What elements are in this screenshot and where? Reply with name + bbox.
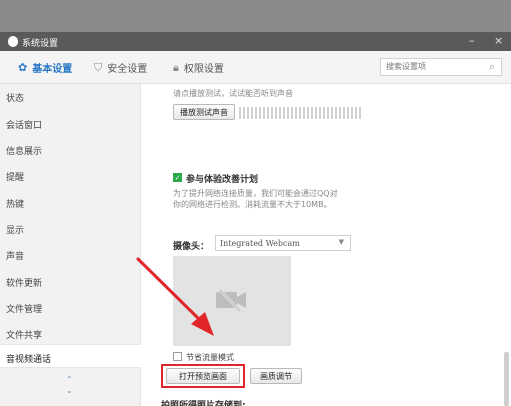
sound-test-hint: 请点播放测试，试试能否听到声音 — [173, 89, 293, 98]
sidebar-item-status[interactable]: 状态 — [6, 91, 24, 104]
tab-permission-settings[interactable]: 🔒︎ 权限设置 — [173, 60, 224, 76]
camera-label: 摄像头： — [173, 242, 210, 252]
save-photo-label: 拍照所得照片存储到: — [161, 401, 246, 406]
plan-description-line-2: 你的网络进行检测。消耗流量不大于10MB。 — [173, 200, 332, 209]
volume-meter — [239, 107, 363, 119]
camera-off-icon — [216, 288, 246, 313]
shield-icon: ⛉ — [94, 60, 103, 74]
highlight-box — [161, 364, 245, 388]
lowlight-label: 节省流量模式 — [186, 353, 234, 362]
camera-preview — [173, 256, 291, 346]
minimize-button[interactable]: – — [469, 34, 475, 47]
chevron-down-icon: ▼ — [338, 238, 344, 246]
gear-icon: ✿ — [18, 61, 28, 74]
plan-label: 参与体验改善计划 — [186, 175, 259, 185]
lock-icon: 🔒︎ — [173, 60, 179, 74]
camera-select[interactable]: Integrated Webcam ▼ — [215, 235, 351, 251]
close-button[interactable]: × — [494, 34, 503, 47]
sidebar-item-reminder[interactable]: 提醒 — [6, 170, 24, 183]
settings-window: 系统设置 – × ✿ 基本设置 ⛉ 安全设置 🔒︎ 权限设置 ⌕ 状态 会话窗口… — [0, 32, 511, 406]
plan-description-line-1: 为了提升网络连接质量，我们可能会通过QQ对 — [173, 189, 338, 198]
plan-checkbox[interactable]: ✓ — [173, 173, 182, 182]
sidebar-scroll-up-icon[interactable]: ⌃ — [66, 375, 73, 384]
app-logo-icon — [8, 36, 18, 47]
sidebar-item-file-management[interactable]: 文件管理 — [6, 302, 42, 315]
tab-label: 安全设置 — [107, 64, 148, 75]
sidebar-item-av-call[interactable]: 音视频通话 — [6, 352, 51, 365]
sidebar-item-software-update[interactable]: 软件更新 — [6, 276, 42, 289]
tab-basic-settings[interactable]: ✿ 基本设置 — [18, 60, 72, 75]
play-test-sound-button[interactable]: 播放测试声音 — [173, 104, 235, 120]
camera-select-value: Integrated Webcam — [220, 239, 300, 248]
tab-label: 基本设置 — [32, 64, 73, 75]
title-bar: 系统设置 – × — [0, 32, 511, 51]
sidebar-item-hotkeys[interactable]: 热键 — [6, 197, 24, 210]
window-title: 系统设置 — [22, 39, 59, 49]
settings-content: 请点播放测试，试试能否听到声音 播放测试声音 ✓ 参与体验改善计划 为了提升网络… — [141, 84, 511, 406]
content-scrollbar[interactable] — [504, 352, 509, 406]
sidebar-item-chat-window[interactable]: 会话窗口 — [6, 118, 42, 131]
tab-label: 权限设置 — [183, 64, 224, 75]
sidebar-item-info-display[interactable]: 信息展示 — [6, 144, 42, 157]
tab-bar: ✿ 基本设置 ⛉ 安全设置 🔒︎ 权限设置 ⌕ — [0, 51, 511, 84]
sidebar: 状态 会话窗口 信息展示 提醒 热键 显示 声音 软件更新 文件管理 文件共享 … — [0, 84, 141, 406]
desktop-backdrop — [0, 0, 511, 32]
search-box[interactable]: ⌕ — [380, 58, 502, 76]
tab-security-settings[interactable]: ⛉ 安全设置 — [94, 60, 148, 76]
search-input[interactable] — [386, 62, 482, 71]
search-icon[interactable]: ⌕ — [489, 60, 495, 74]
sidebar-scroll-down-icon[interactable]: ⌄ — [66, 386, 73, 395]
sidebar-item-display[interactable]: 显示 — [6, 223, 24, 236]
sidebar-item-sound[interactable]: 声音 — [6, 249, 24, 262]
quality-adjust-button[interactable]: 画质调节 — [250, 368, 302, 384]
lowlight-checkbox[interactable] — [173, 352, 182, 361]
sidebar-item-file-sharing[interactable]: 文件共享 — [6, 328, 42, 341]
